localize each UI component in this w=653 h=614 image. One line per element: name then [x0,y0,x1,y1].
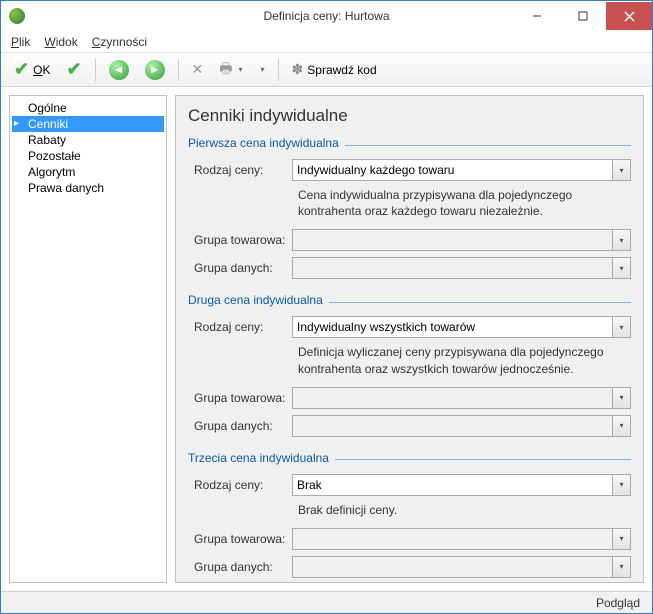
check-code-button[interactable]: ✽ Sprawdź kod [285,57,384,82]
chevron-down-icon: ▾ [261,65,265,74]
section-second-price: Druga cena indywidualna Rodzaj ceny: ▾ D… [188,293,631,436]
sidebar-item-pricelists[interactable]: ▸ Cenniki [12,116,164,132]
price-type-description: Definicja wyliczanej ceny przypisywana d… [298,344,631,376]
section-first-price: Pierwsza cena indywidualna Rodzaj ceny: … [188,136,631,279]
price-type-label: Rodzaj ceny: [188,478,292,492]
sidebar-item-discounts[interactable]: Rabaty [12,132,164,148]
data-group-label: Grupa danych: [188,560,292,574]
sidebar-item-label: Cenniki [28,117,68,131]
price-type-description: Brak definicji ceny. [298,502,631,518]
menu-view[interactable]: Widok [44,35,77,49]
data-group-combo[interactable]: ▾ [292,556,631,578]
menu-file[interactable]: Plik [11,35,30,49]
data-group-label: Grupa danych: [188,419,292,433]
data-group-input[interactable] [293,416,612,436]
chevron-down-icon[interactable]: ▾ [612,557,630,577]
data-group-input[interactable] [293,557,612,577]
sidebar-item-algorithm[interactable]: Algorytm [12,164,164,180]
printer-icon: 🖶 [219,58,232,82]
toolbar: ✔ OK ✔ ◄ ► ✕ 🖶▾ ▾ ✽ Sprawdź kod [1,53,652,87]
chevron-down-icon[interactable]: ▾ [612,388,630,408]
goods-group-input[interactable] [293,529,612,549]
section-legend: Druga cena indywidualna [188,293,631,310]
tools-icon: ✕ [192,61,204,78]
page-title: Cenniki indywidualne [188,106,631,126]
data-group-combo[interactable]: ▾ [292,415,631,437]
sidebar-item-data-rights[interactable]: Prawa danych [12,180,164,196]
action-dropdown[interactable]: ▾ [252,61,272,78]
price-type-combo[interactable]: ▾ [292,474,631,496]
chevron-down-icon[interactable]: ▾ [612,416,630,436]
chevron-down-icon[interactable]: ▾ [612,475,630,495]
section-legend: Trzecia cena indywidualna [188,451,631,468]
goods-group-combo[interactable]: ▾ [292,528,631,550]
chevron-down-icon: ▾ [239,65,243,74]
ok-button[interactable]: ✔ OK [7,55,57,84]
nav-forward-button[interactable]: ► [138,56,172,84]
sidebar-item-other[interactable]: Pozostałe [12,148,164,164]
wand-icon: ✽ [292,61,304,78]
price-type-label: Rodzaj ceny: [188,163,292,177]
goods-group-input[interactable] [293,388,612,408]
nav-back-button[interactable]: ◄ [102,56,136,84]
chevron-down-icon[interactable]: ▾ [612,160,630,180]
chevron-down-icon[interactable]: ▾ [612,258,630,278]
price-type-combo[interactable]: ▾ [292,316,631,338]
apply-button[interactable]: ✔ [59,55,88,84]
tools-button[interactable]: ✕ [185,57,211,82]
arrow-right-icon: ► [145,60,165,80]
goods-group-label: Grupa towarowa: [188,532,292,546]
chevron-down-icon[interactable]: ▾ [612,317,630,337]
chevron-down-icon[interactable]: ▾ [612,230,630,250]
maximize-button[interactable] [560,2,606,30]
titlebar: Definicja ceny: Hurtowa [1,1,652,31]
status-mode: Podgląd [596,596,640,610]
price-type-input[interactable] [293,160,612,180]
data-group-input[interactable] [293,258,612,278]
sidebar: Ogólne ▸ Cenniki Rabaty Pozostałe Algoryt… [9,95,167,583]
goods-group-label: Grupa towarowa: [188,233,292,247]
data-group-combo[interactable]: ▾ [292,257,631,279]
toolbar-separator [278,59,279,81]
price-type-input[interactable] [293,317,612,337]
goods-group-combo[interactable]: ▾ [292,387,631,409]
close-button[interactable] [606,2,652,30]
menu-actions[interactable]: Czynności [92,35,147,49]
section-legend: Pierwsza cena indywidualna [188,136,631,153]
arrow-left-icon: ◄ [109,60,129,80]
check-icon: ✔ [66,59,81,80]
main-panel: Cenniki indywidualne Pierwsza cena indyw… [175,95,644,583]
goods-group-input[interactable] [293,230,612,250]
sidebar-item-general[interactable]: Ogólne [12,100,164,116]
app-icon [9,8,25,24]
price-type-description: Cena indywidualna przypisywana dla pojed… [298,187,631,219]
statusbar: Podgląd [1,591,652,613]
price-type-label: Rodzaj ceny: [188,320,292,334]
check-icon: ✔ [14,59,29,80]
arrow-right-icon: ▸ [14,118,19,129]
chevron-down-icon[interactable]: ▾ [612,529,630,549]
minimize-button[interactable] [514,2,560,30]
menubar: Plik Widok Czynności [1,31,652,53]
price-type-input[interactable] [293,475,612,495]
check-code-label: Sprawdź kod [307,63,376,77]
price-type-combo[interactable]: ▾ [292,159,631,181]
goods-group-label: Grupa towarowa: [188,391,292,405]
toolbar-separator [95,59,96,81]
data-group-label: Grupa danych: [188,261,292,275]
goods-group-combo[interactable]: ▾ [292,229,631,251]
toolbar-separator [178,59,179,81]
section-third-price: Trzecia cena indywidualna Rodzaj ceny: ▾… [188,451,631,578]
print-button[interactable]: 🖶▾ [212,54,249,86]
